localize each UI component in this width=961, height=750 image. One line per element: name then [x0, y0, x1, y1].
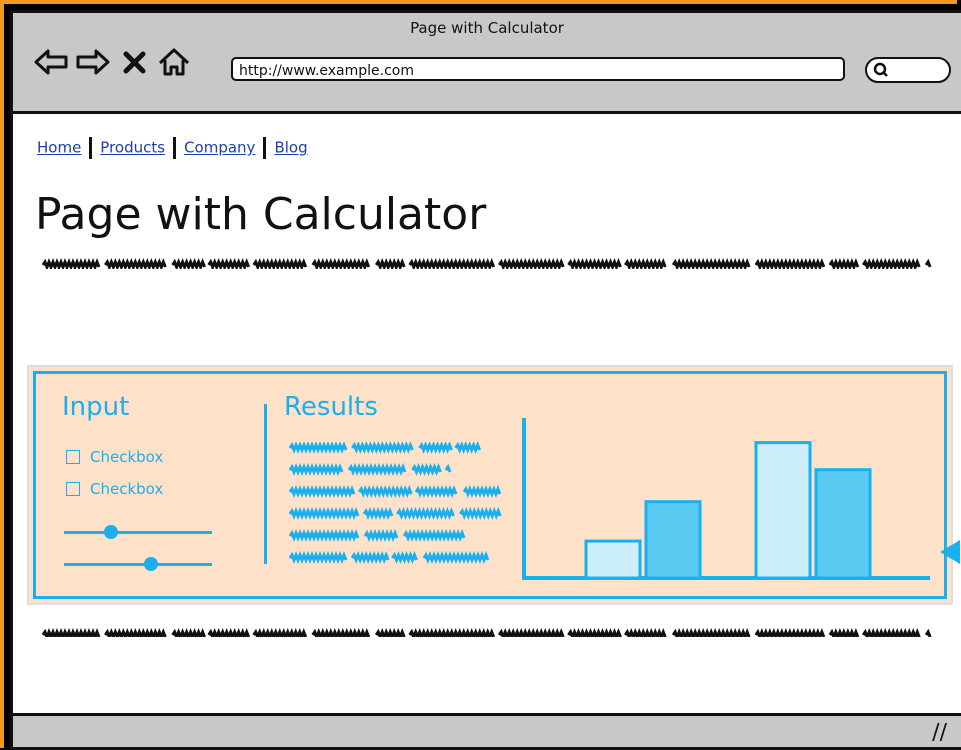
scribble-word [462, 484, 502, 499]
scribble-word [828, 627, 860, 637]
scribble-word [374, 627, 406, 637]
scribble-word [288, 506, 360, 521]
scribble-word [288, 484, 356, 499]
chart-bar [814, 468, 872, 580]
calculator-panel: Input Checkbox Checkbox Results [33, 371, 947, 599]
checkbox-box[interactable] [66, 482, 80, 496]
input-title: Input [62, 392, 130, 422]
back-arrow-icon[interactable] [33, 47, 69, 77]
scribble-word [567, 257, 622, 269]
placeholder-text-block [41, 627, 932, 637]
search-field[interactable] [865, 57, 951, 83]
scribble-word [671, 627, 751, 637]
scribble-word [414, 484, 458, 499]
search-icon [873, 62, 888, 77]
placeholder-text-block [41, 257, 932, 269]
chart-bar [644, 500, 702, 580]
chart-bar [584, 539, 642, 580]
scribble-word [311, 627, 371, 637]
chart-bar [754, 441, 812, 580]
status-bar: ∕∕ [13, 713, 961, 747]
scribble-word [347, 462, 407, 477]
scribble-word [288, 528, 360, 543]
nav-link-products[interactable]: Products [100, 139, 165, 157]
scribble-word [408, 627, 496, 637]
callout-arrow [940, 540, 960, 564]
scribble-word [104, 257, 167, 269]
scribble-word [828, 257, 860, 269]
checkbox-2[interactable]: Checkbox [66, 480, 163, 498]
forward-arrow-icon[interactable] [75, 47, 111, 77]
scribble-word [624, 257, 667, 269]
scribble-word [408, 257, 496, 269]
scribble-word [351, 442, 414, 455]
scribble-word [754, 627, 826, 637]
nav-link-home[interactable]: Home [37, 139, 81, 157]
scribble-word [363, 528, 399, 543]
scribble-word [459, 506, 502, 521]
scribble-word [396, 506, 455, 521]
nav-link-company[interactable]: Company [184, 139, 255, 157]
slider-2[interactable] [64, 557, 212, 571]
scribble-word [252, 627, 308, 637]
scribble-word [861, 627, 921, 637]
scribble-word [497, 257, 565, 269]
slider-thumb[interactable] [144, 557, 159, 571]
scribble-word [567, 627, 622, 637]
browser-window: Page with Calculator http://www.example.… [10, 10, 961, 750]
nav-divider [173, 137, 177, 159]
slider-thumb[interactable] [104, 525, 119, 539]
scribble-word [252, 257, 308, 269]
scribble-word [402, 528, 466, 543]
nav-divider [263, 137, 267, 159]
scribble-word [497, 627, 565, 637]
nav-link-blog[interactable]: Blog [274, 139, 307, 157]
scribble-word [444, 463, 452, 473]
scribble-word [207, 627, 251, 637]
scribble-word [171, 627, 206, 637]
slider-1[interactable] [64, 525, 212, 539]
page-title: Page with Calculator [35, 189, 487, 240]
scribble-word [362, 506, 394, 521]
scribble-word [358, 484, 413, 499]
panel-divider [264, 404, 267, 564]
results-bar-chart [522, 418, 930, 580]
window-title: Page with Calculator [410, 19, 564, 37]
scribble-word [924, 628, 932, 637]
resize-grip-icon[interactable]: ∕∕ [932, 720, 947, 745]
scribble-word [350, 550, 390, 565]
scribble-word [207, 257, 251, 269]
scribble-word [41, 627, 101, 637]
scribble-word [671, 257, 751, 269]
url-input[interactable]: http://www.example.com [231, 57, 845, 81]
nav-divider [89, 137, 93, 159]
home-icon[interactable] [157, 47, 191, 77]
scribble-word [422, 550, 490, 565]
scribble-word [418, 442, 453, 455]
top-nav: Home Products Company Blog [37, 137, 308, 159]
scribble-word [624, 627, 667, 637]
scribble-word [288, 462, 344, 477]
scribble-word [288, 442, 348, 455]
scribble-word [754, 257, 826, 269]
browser-chrome: Page with Calculator http://www.example.… [13, 13, 961, 114]
results-placeholder-text [288, 442, 502, 565]
checkbox-label: Checkbox [90, 448, 164, 466]
scribble-word [41, 257, 101, 269]
scribble-word [861, 257, 921, 269]
results-title: Results [284, 392, 378, 422]
stop-icon[interactable] [121, 47, 149, 77]
scribble-word [391, 550, 418, 565]
scribble-word [104, 627, 167, 637]
scribble-word [924, 258, 932, 268]
scribble-word [311, 257, 371, 269]
scribble-word [171, 257, 206, 269]
checkbox-box[interactable] [66, 450, 80, 464]
checkbox-label: Checkbox [90, 480, 164, 498]
checkbox-1[interactable]: Checkbox [66, 448, 163, 466]
scribble-word [374, 257, 406, 269]
scribble-word [454, 442, 482, 455]
scribble-word [411, 462, 442, 477]
scribble-word [288, 550, 348, 565]
